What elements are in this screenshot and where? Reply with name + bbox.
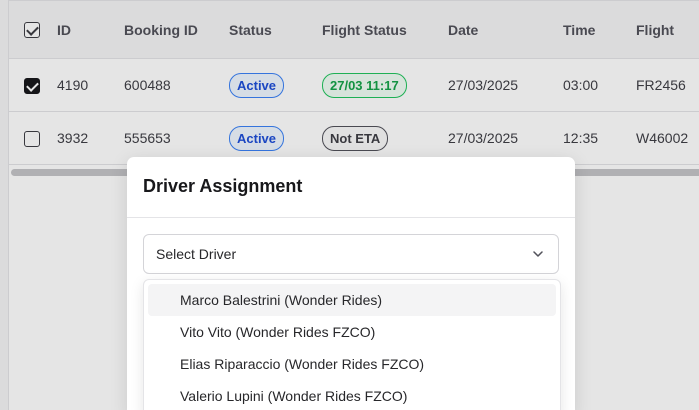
driver-select[interactable]: Select Driver <box>143 234 559 274</box>
driver-option[interactable]: Elias Riparaccio (Wonder Rides FZCO) <box>148 348 556 380</box>
driver-option[interactable]: Marco Balestrini (Wonder Rides) <box>148 284 556 316</box>
chevron-down-icon <box>533 251 543 257</box>
driver-dropdown-list: Marco Balestrini (Wonder Rides) Vito Vit… <box>143 279 561 410</box>
driver-select-value: Select Driver <box>156 246 237 262</box>
driver-option[interactable]: Valerio Lupini (Wonder Rides FZCO) <box>148 380 556 410</box>
driver-option[interactable]: Vito Vito (Wonder Rides FZCO) <box>148 316 556 348</box>
modal-divider <box>127 217 575 218</box>
modal-title: Driver Assignment <box>143 176 303 196</box>
